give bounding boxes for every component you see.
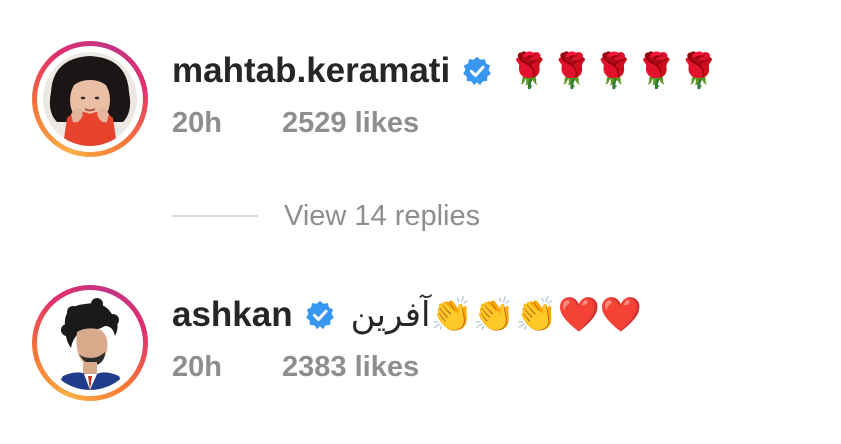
story-avatar[interactable] bbox=[32, 41, 148, 157]
avatar bbox=[43, 52, 137, 146]
view-replies-label[interactable]: View 14 replies bbox=[284, 200, 480, 233]
comment-header: ashkan آفرین👏👏👏❤️❤️ bbox=[172, 293, 642, 337]
verified-badge-icon bbox=[305, 300, 335, 330]
username-link[interactable]: ashkan bbox=[172, 295, 293, 335]
comment-text: آفرین👏👏👏❤️❤️ bbox=[350, 295, 643, 335]
comment-item: ashkan آفرین👏👏👏❤️❤️ 20h 2383 likes bbox=[32, 285, 812, 401]
story-avatar[interactable] bbox=[32, 285, 148, 401]
comment-text: 🌹🌹🌹🌹🌹 bbox=[508, 51, 720, 91]
likes-count[interactable]: 2529 likes bbox=[282, 107, 419, 139]
comment-item: mahtab.keramati 🌹🌹🌹🌹🌹 20h 2529 likes bbox=[32, 41, 812, 157]
timestamp: 20h bbox=[172, 107, 222, 139]
comment-header: mahtab.keramati 🌹🌹🌹🌹🌹 bbox=[172, 49, 720, 93]
view-replies-button[interactable]: View 14 replies bbox=[172, 196, 480, 236]
replies-divider bbox=[172, 215, 258, 217]
comment-meta: 20h 2529 likes bbox=[172, 107, 419, 140]
avatar bbox=[43, 296, 137, 390]
timestamp: 20h bbox=[172, 351, 222, 383]
username-link[interactable]: mahtab.keramati bbox=[172, 51, 450, 91]
comment-meta: 20h 2383 likes bbox=[172, 351, 419, 384]
verified-badge-icon bbox=[462, 56, 492, 86]
likes-count[interactable]: 2383 likes bbox=[282, 351, 419, 383]
